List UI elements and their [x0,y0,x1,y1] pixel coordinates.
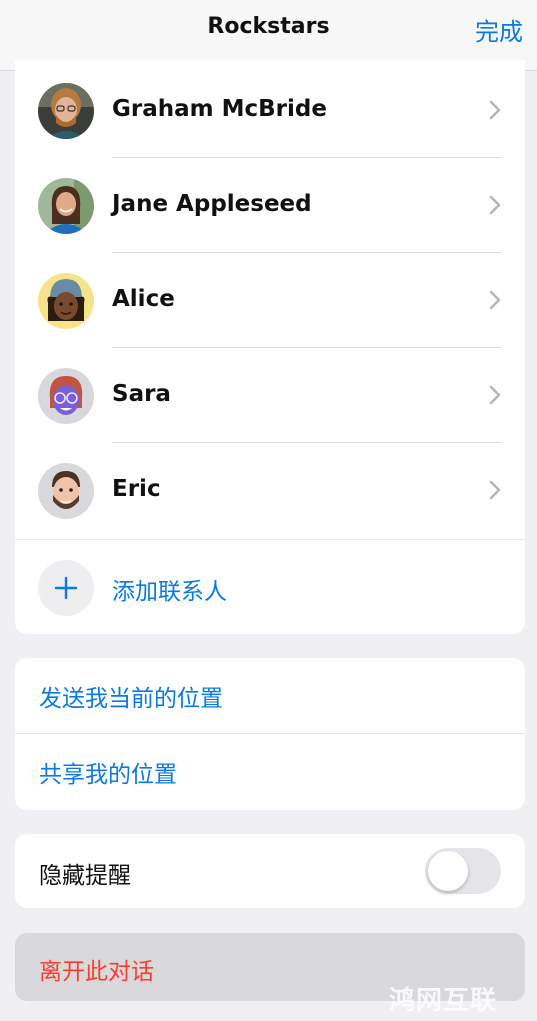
member-row-jane[interactable]: Jane Appleseed [15,158,525,253]
avatar [38,83,94,139]
add-contact-label: 添加联系人 [112,579,227,605]
send-current-location-button[interactable]: 发送我当前的位置 [15,658,525,734]
avatar [38,178,94,234]
hide-alerts-row: 隐藏提醒 [15,834,525,908]
add-contact-button[interactable]: 添加联系人 [15,539,525,634]
member-row-eric[interactable]: Eric [15,443,525,538]
avatar [38,273,94,329]
member-name: Sara [112,381,171,407]
share-location-button[interactable]: 共享我的位置 [15,734,525,810]
avatar [38,368,94,424]
member-name: Alice [112,286,175,312]
member-name: Graham McBride [112,96,327,122]
chevron-right-icon [489,385,501,405]
chevron-right-icon [489,100,501,120]
member-row-graham[interactable]: Graham McBride [15,63,525,158]
plus-icon [38,560,94,616]
members-list: Graham McBride Jane Appleseed Alice Sara… [15,60,525,634]
hide-alerts-label: 隐藏提醒 [39,863,131,889]
chevron-right-icon [489,480,501,500]
toggle-knob [428,851,468,891]
share-location-label: 共享我的位置 [39,762,177,788]
member-row-sara[interactable]: Sara [15,348,525,443]
watermark: 鸿网互联 [388,986,497,1016]
location-section: 发送我当前的位置 共享我的位置 [15,658,525,810]
avatar [38,463,94,519]
member-name: Jane Appleseed [112,191,312,217]
send-current-location-label: 发送我当前的位置 [39,686,223,712]
hide-alerts-toggle[interactable] [425,848,501,894]
chevron-right-icon [489,290,501,310]
leave-conversation-label: 离开此对话 [39,959,154,985]
page-title: Rockstars [207,14,330,39]
done-button[interactable]: 完成 [475,12,523,47]
chevron-right-icon [489,195,501,215]
member-name: Eric [112,476,161,502]
member-row-alice[interactable]: Alice [15,253,525,348]
